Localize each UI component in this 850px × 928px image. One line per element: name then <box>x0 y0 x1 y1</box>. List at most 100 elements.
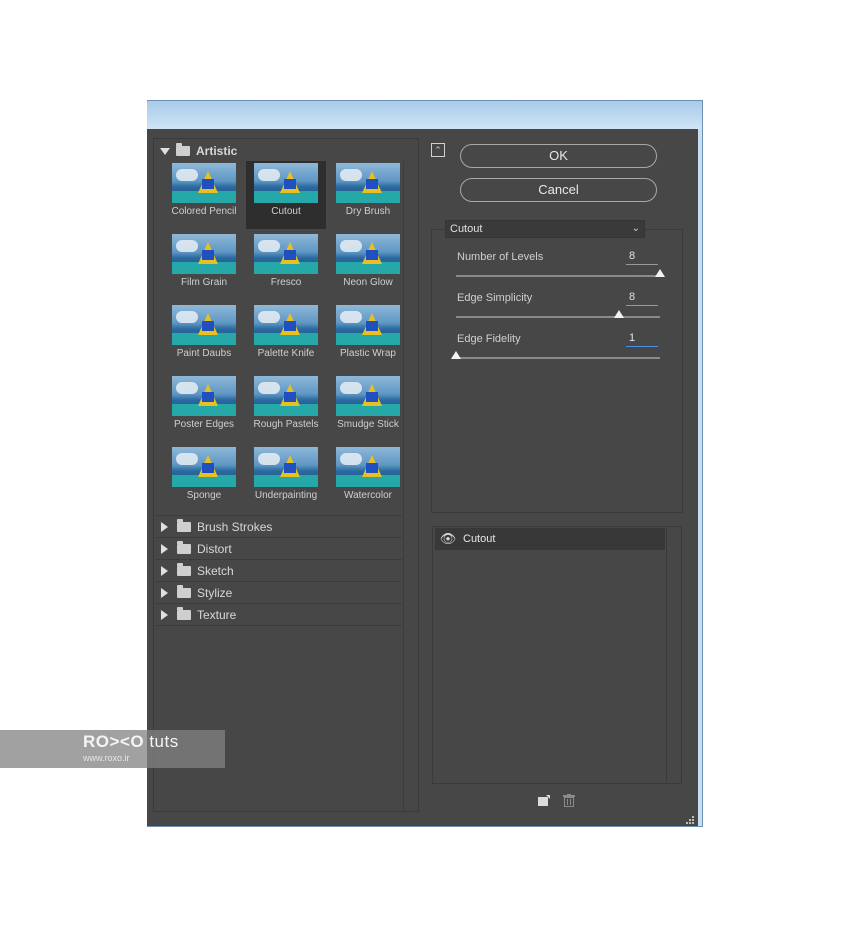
filter-preview-image <box>254 234 318 274</box>
number-of-levels-slider[interactable] <box>456 269 665 277</box>
category-item[interactable]: Stylize <box>158 583 232 603</box>
filter-thumbnail[interactable]: Watercolor <box>328 445 408 513</box>
filter-preview-image <box>172 447 236 487</box>
filter-preview-image <box>254 163 318 203</box>
category-artistic[interactable]: Artistic <box>158 141 237 161</box>
filter-thumbnail-label: Fresco <box>270 277 302 288</box>
category-label: Sketch <box>197 564 234 578</box>
slider-handle[interactable] <box>614 310 625 318</box>
new-effect-layer-icon[interactable] <box>538 795 550 806</box>
filter-thumbnail-label: Smudge Stick <box>337 419 399 430</box>
category-label: Stylize <box>197 586 233 600</box>
filter-preview-image <box>336 305 400 345</box>
slider-handle[interactable] <box>655 269 665 277</box>
folder-icon <box>177 519 191 532</box>
ok-button[interactable]: OK <box>460 144 657 168</box>
effect-layers-panel: 👁 Cutout <box>432 526 682 784</box>
filter-thumbnail[interactable]: Dry Brush <box>328 161 408 229</box>
expand-triangle-icon <box>160 147 170 155</box>
filter-preview-image <box>336 447 400 487</box>
category-divider <box>156 515 402 516</box>
edge-simplicity-slider[interactable] <box>456 310 660 318</box>
filter-thumbnail-label: Dry Brush <box>345 206 391 217</box>
filter-thumbnail[interactable]: Underpainting <box>246 445 326 513</box>
filter-thumbnail[interactable]: Poster Edges <box>164 374 244 442</box>
edge-fidelity-input[interactable]: 1 <box>626 332 658 347</box>
filter-thumbnail-label: Plastic Wrap <box>340 348 396 359</box>
category-divider <box>156 581 402 582</box>
filter-thumbnail[interactable]: Plastic Wrap <box>328 303 408 371</box>
filter-thumbnail[interactable]: Palette Knife <box>246 303 326 371</box>
filter-settings-panel <box>431 229 683 513</box>
filter-thumbnail-label: Watercolor <box>344 490 392 501</box>
folder-icon <box>177 607 191 620</box>
category-label: Texture <box>197 608 237 622</box>
filter-preview-image <box>172 163 236 203</box>
filter-thumbnail[interactable]: Neon Glow <box>328 232 408 300</box>
filter-preview-image <box>172 234 236 274</box>
edge-simplicity-label: Edge Simplicity <box>457 292 533 304</box>
expand-triangle-icon <box>161 522 168 532</box>
filter-thumbnail-label: Colored Pencil <box>171 206 237 217</box>
filter-thumbnail-label: Neon Glow <box>343 277 393 288</box>
category-label: Distort <box>197 542 232 556</box>
edge-fidelity-label: Edge Fidelity <box>457 333 521 345</box>
filter-preview-image <box>172 376 236 416</box>
filter-browser-panel: Artistic Colored Pencil Cutout Dry Brush Fi… <box>153 138 419 812</box>
eye-icon[interactable]: 👁 <box>437 528 459 550</box>
category-divider <box>156 559 402 560</box>
filter-thumbnail[interactable]: Cutout <box>246 161 326 229</box>
category-divider <box>156 625 402 626</box>
expand-triangle-icon <box>161 610 168 620</box>
expand-triangle-icon <box>161 566 168 576</box>
expand-triangle-icon <box>161 588 168 598</box>
collapse-browser-button[interactable]: ⌃ <box>431 143 445 157</box>
folder-icon <box>177 563 191 576</box>
expand-triangle-icon <box>161 544 168 554</box>
cancel-button[interactable]: Cancel <box>460 178 657 202</box>
filter-thumbnail[interactable]: Rough Pastels <box>246 374 326 442</box>
filter-thumbnail-label: Sponge <box>186 490 222 501</box>
filter-thumbnail[interactable]: Fresco <box>246 232 326 300</box>
edge-simplicity-input[interactable]: 8 <box>626 291 658 306</box>
trash-icon[interactable] <box>563 794 575 807</box>
filter-thumbnail[interactable]: Sponge <box>164 445 244 513</box>
filter-preview-image <box>336 163 400 203</box>
filter-preview-image <box>336 234 400 274</box>
watermark-url: www.roxo.ir <box>83 753 130 763</box>
filter-browser-scrollbar[interactable] <box>403 161 404 811</box>
watermark-banner: RO><O tuts www.roxo.ir <box>0 730 225 768</box>
slider-handle[interactable] <box>451 351 461 359</box>
filter-thumbnail-label: Film Grain <box>180 277 228 288</box>
filter-thumbnail[interactable]: Paint Daubs <box>164 303 244 371</box>
effect-layer-row[interactable]: 👁 Cutout <box>435 528 665 550</box>
filter-gallery-window: Artistic Colored Pencil Cutout Dry Brush Fi… <box>147 100 703 827</box>
filter-preview-image <box>254 305 318 345</box>
filter-select[interactable]: Cutout ⌄ <box>445 220 645 238</box>
layers-scrollbar[interactable] <box>666 528 667 782</box>
category-item[interactable]: Distort <box>158 539 232 559</box>
chevron-down-icon: ⌄ <box>631 223 640 234</box>
category-divider <box>156 537 402 538</box>
edge-fidelity-slider[interactable] <box>451 351 660 359</box>
filter-thumbnail-label: Underpainting <box>254 490 318 501</box>
folder-icon <box>176 143 190 156</box>
folder-icon <box>177 541 191 554</box>
filter-thumbnail-label: Rough Pastels <box>253 419 319 430</box>
filter-thumbnail-label: Paint Daubs <box>176 348 232 359</box>
resize-grip-icon[interactable] <box>685 815 694 824</box>
category-item[interactable]: Sketch <box>158 561 234 581</box>
number-of-levels-input[interactable]: 8 <box>626 250 658 265</box>
effect-layer-name: Cutout <box>463 533 496 545</box>
category-label: Artistic <box>196 144 238 158</box>
category-item[interactable]: Brush Strokes <box>158 517 272 537</box>
filter-thumbnail[interactable]: Smudge Stick <box>328 374 408 442</box>
filter-thumbnail-label: Cutout <box>271 206 301 217</box>
filter-preview-image <box>254 447 318 487</box>
filter-thumbnail[interactable]: Film Grain <box>164 232 244 300</box>
filter-thumbnail[interactable]: Colored Pencil <box>164 161 244 229</box>
window-frame-right <box>698 129 702 826</box>
filter-thumbnail-label: Poster Edges <box>173 419 235 430</box>
watermark-logo: RO><O tuts <box>83 732 179 751</box>
category-item[interactable]: Texture <box>158 605 236 625</box>
